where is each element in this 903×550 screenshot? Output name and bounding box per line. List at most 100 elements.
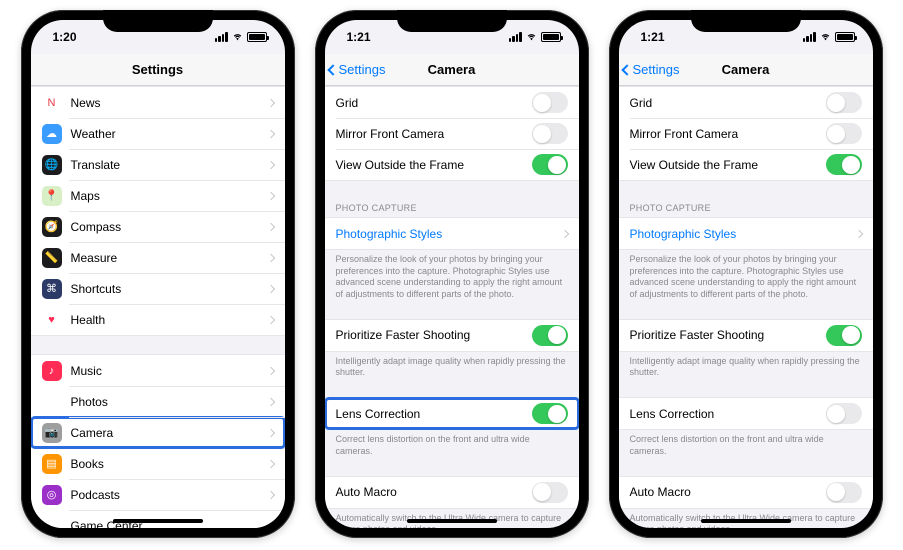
row-label: Books [71,457,268,471]
grid-row[interactable]: Grid [619,87,873,118]
row-label: Camera [71,426,268,440]
grid-row[interactable]: Grid [325,87,579,118]
styles-footer: Personalize the look of your photos by b… [325,250,579,301]
music-app-icon: ♪ [42,361,62,381]
viewoutside-toggle[interactable] [826,154,862,175]
auto-macro-label: Auto Macro [336,485,532,499]
chevron-right-icon [266,222,274,230]
status-time: 1:20 [53,30,77,44]
settings-row-news[interactable]: N News [31,87,285,118]
row-label: Compass [71,220,268,234]
photographic-styles-label: Photographic Styles [630,227,856,241]
grid-toggle[interactable] [532,92,568,113]
viewoutside-label: View Outside the Frame [630,158,826,172]
mirror-row[interactable]: Mirror Front Camera [325,118,579,149]
lens-correction-toggle[interactable] [826,403,862,424]
viewoutside-toggle[interactable] [532,154,568,175]
phone-camera-lens-off: 1:21 Settings Camera GridMirror Front Ca… [609,10,883,538]
settings-row-books[interactable]: ▤ Books [31,448,285,479]
auto-macro-toggle[interactable] [826,482,862,503]
books-app-icon: ▤ [42,454,62,474]
back-button[interactable]: Settings [329,62,386,77]
settings-row-translate[interactable]: 🌐Translate [31,149,285,180]
auto-macro-label: Auto Macro [630,485,826,499]
mirror-toggle[interactable] [826,123,862,144]
home-indicator[interactable] [113,519,203,523]
settings-row-shortcuts[interactable]: ⌘Shortcuts [31,273,285,304]
grid-label: Grid [630,96,826,110]
chevron-right-icon [266,315,274,323]
prioritize-faster-shooting-row[interactable]: Prioritize Faster Shooting [619,320,873,351]
maps-app-icon: 📍 [42,186,62,206]
home-indicator[interactable] [407,519,497,523]
back-button[interactable]: Settings [623,62,680,77]
chevron-right-icon [266,284,274,292]
prioritize-footer: Intelligently adapt image quality when r… [325,352,579,379]
measure-app-icon: 📏 [42,248,62,268]
photographic-styles-row[interactable]: Photographic Styles [325,218,579,249]
prioritize-faster-shooting-label: Prioritize Faster Shooting [630,328,826,342]
chevron-right-icon [266,521,274,528]
photographic-styles-row[interactable]: Photographic Styles [619,218,873,249]
prioritize-toggle[interactable] [826,325,862,346]
chevron-right-icon [854,229,862,237]
gamecenter-app-icon: ✽ [42,516,62,529]
auto-macro-toggle[interactable] [532,482,568,503]
grid-toggle[interactable] [826,92,862,113]
notch [691,10,801,32]
podcasts-app-icon: ◎ [42,485,62,505]
row-label: News [71,96,268,110]
lens-correction-row[interactable]: Lens Correction [619,398,873,429]
row-label: Health [71,313,268,327]
mirror-label: Mirror Front Camera [336,127,532,141]
news-app-icon: N [42,93,62,113]
lens-correction-toggle[interactable] [532,403,568,424]
viewoutside-row[interactable]: View Outside the Frame [619,149,873,180]
settings-row-music[interactable]: ♪Music [31,355,285,386]
auto-macro-row[interactable]: Auto Macro [325,477,579,508]
nav-bar: Settings Camera [619,54,873,86]
photographic-styles-label: Photographic Styles [336,227,562,241]
battery-icon [541,32,561,42]
chevron-right-icon [560,229,568,237]
back-label: Settings [339,62,386,77]
chevron-left-icon [621,64,632,75]
prioritize-faster-shooting-row[interactable]: Prioritize Faster Shooting [325,320,579,351]
battery-icon [247,32,267,42]
signal-icon [509,32,522,42]
mirror-label: Mirror Front Camera [630,127,826,141]
notch [397,10,507,32]
compass-app-icon: 🧭 [42,217,62,237]
row-label: Photos [71,395,268,409]
phone-settings-main: 1:20 Settings NNews☁Weather🌐Translate📍Ma… [21,10,295,538]
chevron-right-icon [266,428,274,436]
home-indicator[interactable] [701,519,791,523]
settings-row-photos[interactable]: ✿Photos [31,386,285,417]
settings-row-compass[interactable]: 🧭 Compass [31,211,285,242]
settings-row-weather[interactable]: ☁Weather [31,118,285,149]
settings-content[interactable]: N News ☁Weather🌐Translate📍Maps 🧭 Compass 📏Mea… [31,86,285,528]
viewoutside-label: View Outside the Frame [336,158,532,172]
mirror-row[interactable]: Mirror Front Camera [619,118,873,149]
photo-capture-header: PHOTO CAPTURE [325,199,579,217]
chevron-right-icon [266,490,274,498]
row-label: Podcasts [71,488,268,502]
settings-row-maps[interactable]: 📍Maps [31,180,285,211]
settings-row-camera[interactable]: 📷Camera [31,417,285,448]
chevron-right-icon [266,129,274,137]
settings-row-health[interactable]: ♥ Health [31,304,285,335]
lens-correction-label: Lens Correction [630,407,826,421]
nav-bar: Settings Camera [325,54,579,86]
mirror-toggle[interactable] [532,123,568,144]
auto-macro-row[interactable]: Auto Macro [619,477,873,508]
camera-settings-content[interactable]: Grid Mirror Front Camera View Outside the … [619,86,873,528]
viewoutside-row[interactable]: View Outside the Frame [325,149,579,180]
camera-settings-content[interactable]: Grid Mirror Front Camera View Outside the … [325,86,579,528]
signal-icon [803,32,816,42]
settings-row-measure[interactable]: 📏Measure [31,242,285,273]
translate-app-icon: 🌐 [42,155,62,175]
health-app-icon: ♥ [42,310,62,330]
prioritize-toggle[interactable] [532,325,568,346]
lens-correction-row[interactable]: Lens Correction [325,398,579,429]
settings-row-podcasts[interactable]: ◎ Podcasts [31,479,285,510]
